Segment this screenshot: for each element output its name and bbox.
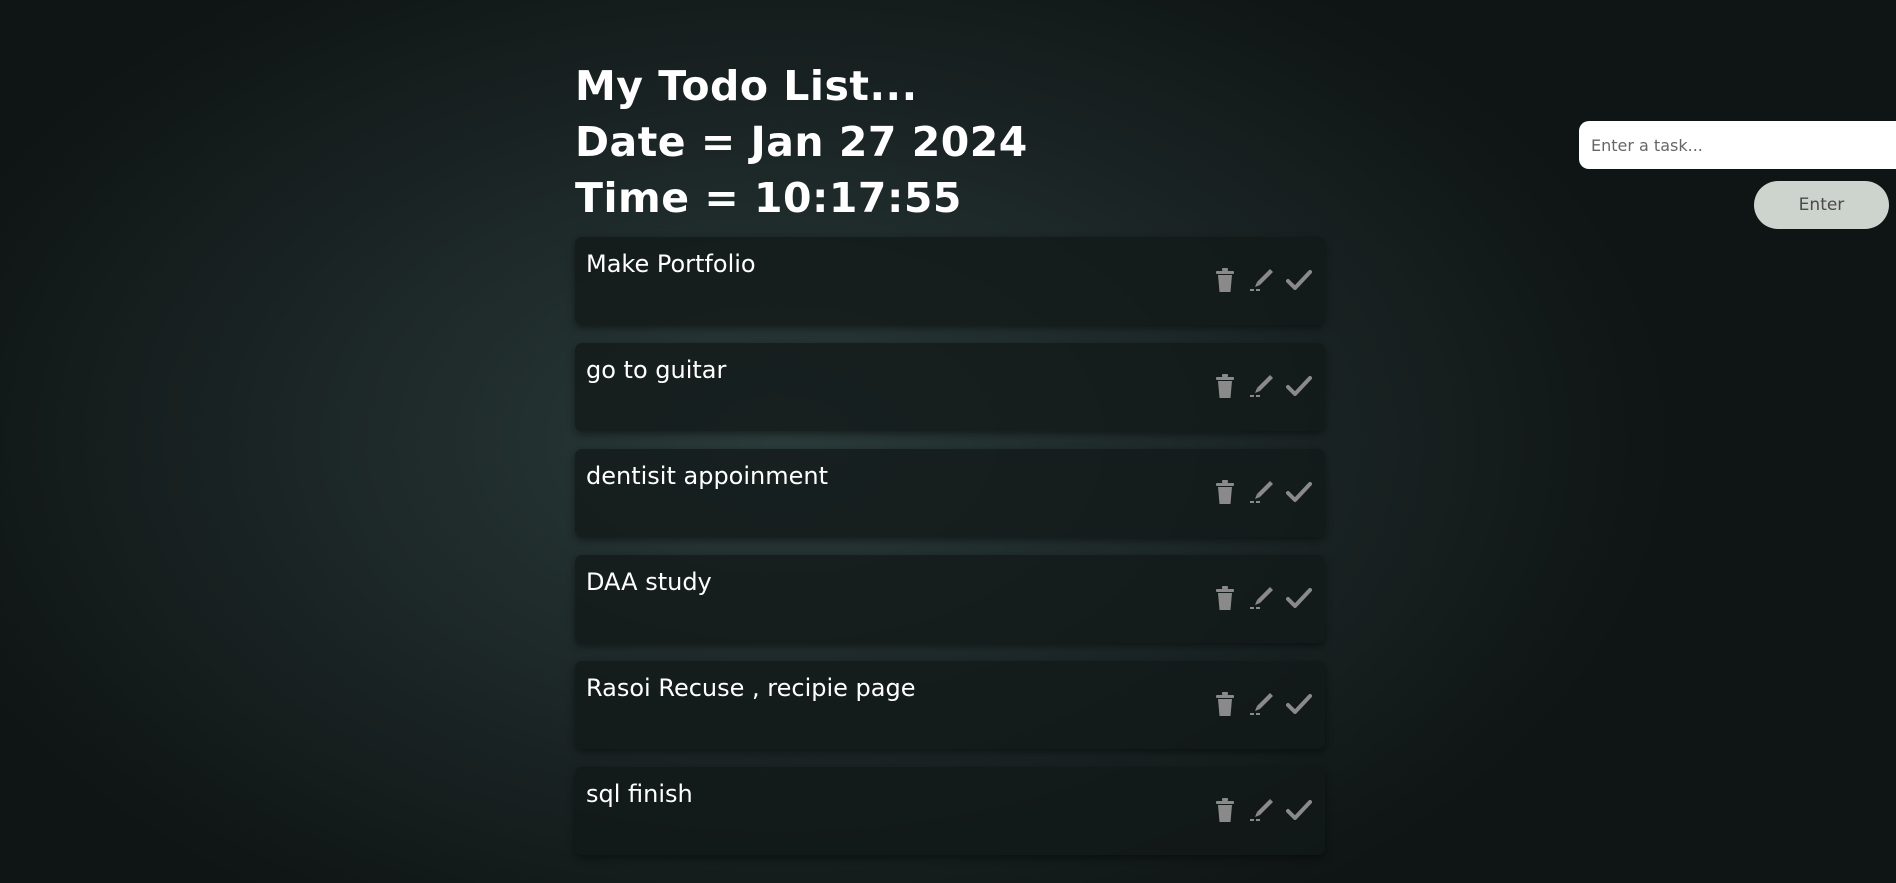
trash-icon[interactable] bbox=[1211, 583, 1239, 613]
date-display: Date = Jan 27 2024 bbox=[575, 118, 1028, 166]
task-actions bbox=[1211, 795, 1313, 825]
pencil-icon[interactable] bbox=[1248, 265, 1276, 295]
pencil-icon[interactable] bbox=[1248, 795, 1276, 825]
check-icon[interactable] bbox=[1285, 371, 1313, 401]
task-input-container bbox=[1579, 121, 1896, 169]
page-title: My Todo List... bbox=[575, 62, 918, 110]
task-item: Rasoi Recuse , recipie page bbox=[575, 661, 1325, 749]
task-list: Make Portfolio go to guitar dentisit app… bbox=[575, 237, 1325, 873]
pencil-icon[interactable] bbox=[1248, 477, 1276, 507]
task-text: Rasoi Recuse , recipie page bbox=[586, 674, 916, 702]
trash-icon[interactable] bbox=[1211, 477, 1239, 507]
task-actions bbox=[1211, 689, 1313, 719]
check-icon[interactable] bbox=[1285, 583, 1313, 613]
task-text: go to guitar bbox=[586, 356, 727, 384]
trash-icon[interactable] bbox=[1211, 795, 1239, 825]
pencil-icon[interactable] bbox=[1248, 583, 1276, 613]
enter-button[interactable]: Enter bbox=[1754, 181, 1889, 229]
task-item: dentisit appoinment bbox=[575, 449, 1325, 537]
task-item: DAA study bbox=[575, 555, 1325, 643]
time-display: Time = 10:17:55 bbox=[575, 174, 962, 222]
task-text: dentisit appoinment bbox=[586, 462, 829, 490]
check-icon[interactable] bbox=[1285, 265, 1313, 295]
task-actions bbox=[1211, 371, 1313, 401]
task-item: sql finish bbox=[575, 767, 1325, 855]
task-text: sql finish bbox=[586, 780, 693, 808]
header: My Todo List... Date = Jan 27 2024 Time … bbox=[575, 58, 1028, 226]
task-actions bbox=[1211, 477, 1313, 507]
trash-icon[interactable] bbox=[1211, 265, 1239, 295]
task-input[interactable] bbox=[1579, 121, 1891, 169]
task-actions bbox=[1211, 265, 1313, 295]
check-icon[interactable] bbox=[1285, 795, 1313, 825]
task-item: Make Portfolio bbox=[575, 237, 1325, 325]
pencil-icon[interactable] bbox=[1248, 371, 1276, 401]
check-icon[interactable] bbox=[1285, 689, 1313, 719]
task-text: Make Portfolio bbox=[586, 250, 756, 278]
trash-icon[interactable] bbox=[1211, 371, 1239, 401]
trash-icon[interactable] bbox=[1211, 689, 1239, 719]
task-text: DAA study bbox=[586, 568, 712, 596]
pencil-icon[interactable] bbox=[1248, 689, 1276, 719]
task-actions bbox=[1211, 583, 1313, 613]
task-item: go to guitar bbox=[575, 343, 1325, 431]
check-icon[interactable] bbox=[1285, 477, 1313, 507]
